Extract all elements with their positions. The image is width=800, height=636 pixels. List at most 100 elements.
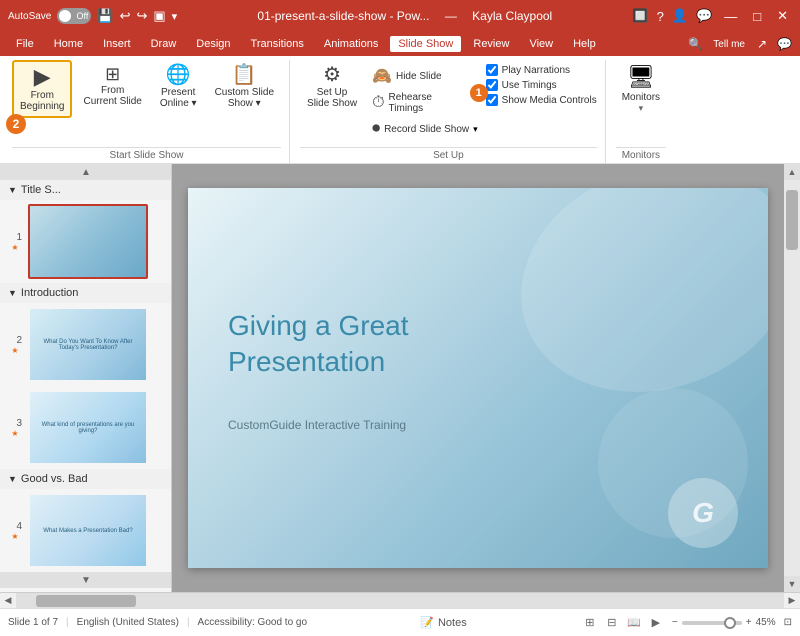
slide-4-thumb[interactable]: What Makes a Presentation Bad? [28, 493, 148, 568]
v-scroll-track[interactable] [784, 180, 800, 576]
minimize-btn[interactable]: — [720, 9, 741, 24]
share-btn[interactable]: ↗ [757, 37, 767, 51]
normal-view-btn[interactable]: ⊞ [580, 613, 600, 633]
record-slide-show-btn[interactable]: ⏺ Record Slide Show ▾ [368, 118, 482, 140]
monitors-label: Monitors [622, 92, 660, 103]
play-narrations-checkbox-label[interactable]: Play Narrations [486, 64, 597, 76]
slide-panel: ▲ ▼ Title S... 1 ★ ▼ Introduction 2 [0, 164, 172, 592]
slide-3-container: 3 ★ What kind of presentations are you g… [0, 386, 171, 469]
h-scroll-track[interactable] [16, 593, 784, 608]
slide4-text: What Makes a Presentation Bad? [39, 524, 136, 538]
menu-design[interactable]: Design [188, 36, 238, 52]
slide3-text: What kind of presentations are you givin… [30, 418, 146, 438]
slide-sorter-btn[interactable]: ⊟ [602, 613, 622, 633]
h-scroll-left[interactable]: ◀ [0, 593, 16, 609]
setup-icon: ⚙ [323, 65, 341, 85]
section2-label: Introduction [21, 287, 78, 299]
undo-icon[interactable]: ↩ [120, 8, 131, 24]
setup-slideshow-btn[interactable]: ⚙ Set UpSlide Show [300, 60, 364, 114]
redo-icon[interactable]: ↪ [136, 8, 147, 24]
hide-slide-icon: 🙈 [372, 66, 392, 86]
section-goodvsbad[interactable]: ▼ Good vs. Bad [0, 469, 171, 489]
slide4-inner: What Makes a Presentation Bad? [30, 495, 146, 566]
monitors-btn[interactable]: 🖥 Monitors ▾ [616, 60, 666, 118]
slideshow-view-btn[interactable]: ▶ [646, 613, 666, 633]
zoom-out-btn[interactable]: − [672, 617, 678, 628]
menu-file[interactable]: File [8, 36, 42, 52]
present-icon[interactable]: ▣ [153, 8, 165, 24]
h-scroll-thumb[interactable] [36, 595, 136, 607]
section-chevron-3: ▼ [8, 474, 17, 484]
slide1-star: ★ [11, 243, 18, 252]
badge1-num: 1 [476, 87, 482, 99]
panel-scroll-down[interactable]: ▼ [0, 572, 172, 588]
zoom-slider[interactable] [682, 621, 742, 625]
monitors-icon: 🖥 [627, 64, 655, 90]
slide-3-thumb[interactable]: What kind of presentations are you givin… [28, 390, 148, 465]
zoom-fit-btn[interactable]: ⊡ [784, 617, 792, 628]
from-beginning-btn[interactable]: ▶ FromBeginning 2 [12, 60, 72, 118]
menu-slideshow[interactable]: Slide Show [390, 36, 461, 52]
menu-home[interactable]: Home [46, 36, 91, 52]
present-online-btn[interactable]: 🌐 PresentOnline ▾ [153, 60, 204, 114]
search-icon[interactable]: 🔍 [688, 37, 703, 51]
slide-2-thumb[interactable]: What Do You Want To Know After Today's P… [28, 307, 148, 382]
play-narrations-checkbox[interactable] [486, 64, 498, 76]
status-separator: | [66, 617, 69, 628]
comment-icon[interactable]: 💬 [696, 8, 712, 24]
use-timings-checkbox-label[interactable]: Use Timings [486, 79, 597, 91]
ribbon-content: ▶ FromBeginning 2 ⊞ FromCurrent Slide 🌐 … [0, 56, 800, 163]
from-beginning-icon: ▶ [34, 66, 51, 88]
section-title[interactable]: ▼ Title S... [0, 180, 171, 200]
comments-btn[interactable]: 💬 [777, 37, 792, 51]
autosave-toggle[interactable]: Off [57, 8, 91, 24]
close-btn[interactable]: ✕ [773, 8, 792, 24]
setup-right-col: 🙈 Hide Slide ⏱ RehearseTimings 1 [368, 60, 482, 140]
hide-slide-btn[interactable]: 🙈 Hide Slide [368, 64, 482, 88]
ribbon-group-setup: ⚙ Set UpSlide Show 🙈 Hide Slide ⏱ Rehear… [292, 60, 606, 163]
reading-view-btn[interactable]: 📖 [624, 613, 644, 633]
zoom-in-btn[interactable]: + [746, 617, 752, 628]
custom-slide-show-btn[interactable]: 📋 Custom SlideShow ▾ [208, 60, 281, 114]
panel-scroll-up[interactable]: ▲ [0, 164, 172, 180]
ribbon-collapse-icon[interactable]: 🔲 [632, 8, 648, 24]
slide4-num: 4 [8, 521, 22, 532]
v-scroll-up[interactable]: ▲ [784, 164, 800, 180]
menu-insert[interactable]: Insert [95, 36, 139, 52]
show-media-controls-checkbox-label[interactable]: Show Media Controls [486, 94, 597, 106]
share-icon[interactable]: 👤 [672, 8, 688, 24]
slide2-inner: What Do You Want To Know After Today's P… [30, 309, 146, 380]
menu-review[interactable]: Review [465, 36, 517, 52]
menu-draw[interactable]: Draw [143, 36, 185, 52]
main-slide: Giving a Great Presentation CustomGuide … [188, 188, 768, 568]
menu-view[interactable]: View [521, 36, 561, 52]
from-current-slide-btn[interactable]: ⊞ FromCurrent Slide [76, 60, 148, 112]
v-scroll-down[interactable]: ▼ [784, 576, 800, 592]
h-scroll-right[interactable]: ▶ [784, 593, 800, 609]
rehearse-timings-btn[interactable]: ⏱ RehearseTimings 1 [368, 90, 482, 116]
menu-transitions[interactable]: Transitions [243, 36, 312, 52]
tell-me-label[interactable]: Tell me [713, 39, 745, 50]
section-introduction[interactable]: ▼ Introduction [0, 283, 171, 303]
dropdown-icon[interactable]: ▾ [172, 10, 178, 23]
section-chevron-2: ▼ [8, 288, 17, 298]
maximize-btn[interactable]: □ [749, 9, 765, 24]
ribbon-group-setup-items: ⚙ Set UpSlide Show 🙈 Hide Slide ⏱ Rehear… [300, 60, 597, 145]
help-icon[interactable]: ? [657, 9, 664, 24]
slide-main-subtitle: CustomGuide Interactive Training [228, 418, 406, 432]
menu-animations[interactable]: Animations [316, 36, 386, 52]
notes-btn[interactable]: 📝 Notes [420, 616, 466, 629]
menu-help[interactable]: Help [565, 36, 604, 52]
status-bar: Slide 1 of 7 | English (United States) |… [0, 608, 800, 636]
zoom-level: 45% [756, 617, 776, 628]
save-icon[interactable]: 💾 [97, 8, 113, 24]
notes-icon: 📝 [420, 616, 434, 629]
slide-main-title: Giving a Great Presentation [228, 308, 568, 381]
slide4-star: ★ [11, 532, 18, 541]
autosave-knob [59, 10, 71, 22]
slide-1-thumb[interactable] [28, 204, 148, 279]
slide1-inner [30, 206, 146, 277]
v-scroll-thumb[interactable] [786, 190, 798, 250]
monitors-group-label: Monitors [616, 147, 666, 163]
setup-checkboxes: Play Narrations Use Timings Show Media C… [486, 60, 597, 106]
